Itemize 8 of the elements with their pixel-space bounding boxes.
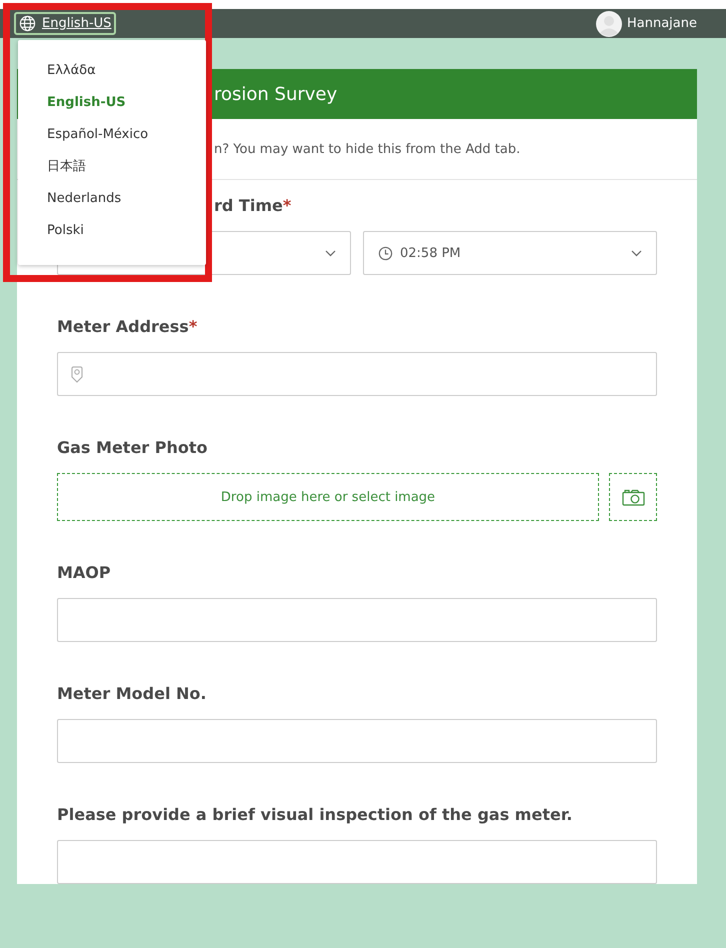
field-label: Meter Model No. xyxy=(57,684,206,703)
form-title: rosion Survey xyxy=(214,84,338,104)
field-label: MAOP xyxy=(57,563,111,582)
form-description: n? You may want to hide this from the Add tab. xyxy=(214,142,520,156)
field-label: rd Time* xyxy=(214,196,292,215)
field-label: Gas Meter Photo xyxy=(57,438,208,457)
field-label: Meter Address* xyxy=(57,317,198,336)
field-label: Please provide a brief visual inspection of the gas meter. xyxy=(57,805,572,824)
